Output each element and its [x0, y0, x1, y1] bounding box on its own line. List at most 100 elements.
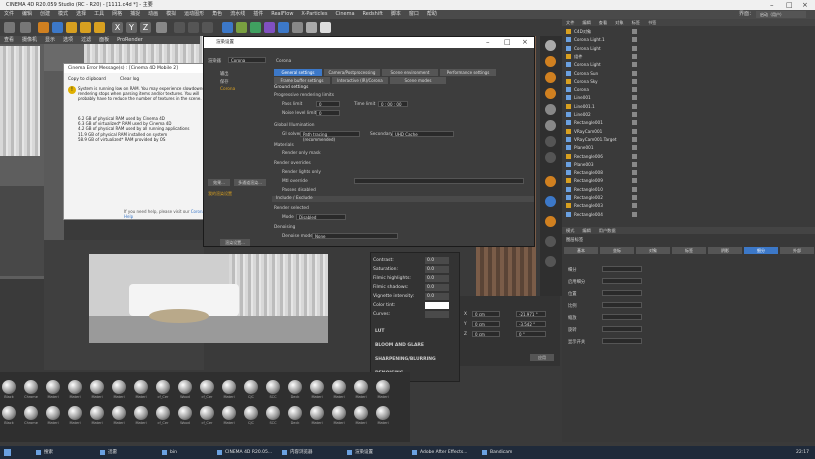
render-only-label[interactable]: Render only mask [282, 151, 321, 156]
menu-item[interactable]: 网格 [108, 10, 126, 19]
material-ball[interactable] [266, 406, 280, 420]
tab-row2-2[interactable]: Interactive (IR)/Corona [332, 77, 388, 84]
copy-clipboard-button[interactable]: Copy to clipboard [68, 76, 108, 83]
tab-row2-3[interactable]: Scene modes [390, 77, 446, 84]
object-row[interactable]: Line002 [562, 111, 815, 118]
object-menu-item[interactable]: 文件 [562, 19, 578, 26]
object-row[interactable]: VRayCam001.Target [562, 136, 815, 143]
taskbar-item[interactable]: CINEMA 4D R20.05... [215, 446, 275, 459]
viewport-menu-item[interactable]: 摄像机 [18, 36, 41, 44]
mtl-override-checkbox[interactable]: Mtl override [282, 179, 308, 184]
coord-position[interactable]: 0 cm [472, 321, 500, 327]
material-ball[interactable] [288, 406, 302, 420]
menu-item[interactable]: 模式 [54, 10, 72, 19]
taskbar-item[interactable]: 内容浏览器 [280, 446, 340, 459]
material-ball[interactable] [46, 406, 60, 420]
render-settings-button[interactable]: 渲染设置... [220, 239, 250, 246]
attribute-tab[interactable]: 标签 [672, 247, 706, 254]
material-ball[interactable] [178, 406, 192, 420]
material-ball[interactable] [266, 380, 280, 394]
viewport-menu-item[interactable]: 过滤 [77, 36, 95, 44]
secondary-select[interactable]: UHD Cache [392, 131, 454, 137]
object-row[interactable]: Corona Light.1 [562, 36, 815, 43]
material-ball[interactable] [244, 406, 258, 420]
visibility-icon[interactable] [632, 112, 637, 117]
object-menu-item[interactable]: 书签 [644, 19, 660, 26]
object-row[interactable]: Rectangle001 [562, 119, 815, 126]
attribute-field[interactable] [602, 302, 642, 308]
pass-limit-input[interactable]: 0 [316, 101, 340, 107]
z-axis-icon[interactable]: Z [140, 22, 151, 33]
slider-value[interactable] [425, 311, 449, 318]
select-tool-icon[interactable] [38, 22, 49, 33]
object-row[interactable]: Rectangle009 [562, 177, 815, 184]
material-ball[interactable] [112, 406, 126, 420]
taskbar-item[interactable]: bin [160, 446, 220, 459]
camera-icon[interactable] [306, 22, 317, 33]
material-ball[interactable] [288, 380, 302, 394]
menu-item[interactable]: Redshift [359, 10, 387, 19]
slider-value[interactable]: 0.0 [425, 275, 449, 282]
object-row[interactable]: Plane003 [562, 161, 815, 168]
visibility-icon[interactable] [632, 103, 637, 109]
section-lut[interactable]: LUT [375, 329, 384, 334]
close-icon[interactable]: × [802, 0, 808, 10]
object-row[interactable]: Rectangle010 [562, 186, 815, 193]
taskbar-item[interactable]: Bandicam [480, 446, 540, 459]
object-menu-item[interactable]: 对象 [611, 19, 627, 26]
lock-icon[interactable] [545, 152, 556, 163]
visibility-icon[interactable] [632, 186, 637, 192]
visibility-icon[interactable] [632, 128, 637, 134]
visibility-icon[interactable] [632, 161, 637, 167]
list-item-output[interactable]: 输出 [220, 71, 229, 77]
render-view-icon[interactable] [174, 22, 185, 33]
texture-mode-icon[interactable] [545, 120, 556, 131]
move-tool-icon[interactable] [52, 22, 63, 33]
slider-value[interactable] [425, 302, 449, 309]
attribute-tab[interactable]: 对象 [636, 247, 670, 254]
viewport-menu-item[interactable]: 面板 [95, 36, 113, 44]
material-ball[interactable] [134, 380, 148, 394]
slider-value[interactable]: 0.0 [425, 284, 449, 291]
viewport-menu-item[interactable]: 查看 [0, 36, 18, 44]
object-row[interactable]: Rectangle002 [562, 194, 815, 201]
time-limit-input[interactable]: 0 : 00 : 00 [378, 101, 408, 107]
render-picture-viewer-icon[interactable] [188, 22, 199, 33]
object-menu-item[interactable]: 查看 [595, 19, 611, 26]
menu-item[interactable]: 编辑 [18, 10, 36, 19]
object-row[interactable]: Corona Light [562, 45, 815, 52]
menu-item[interactable]: 文件 [0, 10, 18, 19]
bodypaint-icon[interactable] [545, 196, 556, 207]
material-ball[interactable] [68, 406, 82, 420]
taskbar-search[interactable]: 搜索 [34, 446, 94, 459]
material-ball[interactable] [178, 380, 192, 394]
apply-button[interactable]: 应用 [530, 354, 554, 361]
live-select-icon[interactable] [94, 22, 105, 33]
minimize-icon[interactable]: – [486, 38, 490, 46]
renderer-select[interactable]: Corona [228, 57, 266, 63]
maximize-icon[interactable]: □ [786, 0, 793, 10]
visibility-icon[interactable] [632, 95, 637, 101]
x-axis-icon[interactable]: X [112, 22, 123, 33]
attribute-tab[interactable]: 阴影 [708, 247, 742, 254]
attribute-row[interactable]: 细分 [568, 267, 577, 273]
visibility-icon[interactable] [632, 211, 637, 217]
attribute-menu-item[interactable]: 用户数据 [595, 227, 620, 234]
visibility-icon[interactable] [632, 195, 637, 200]
material-ball[interactable] [156, 406, 170, 420]
scale-tool-icon[interactable] [66, 22, 77, 33]
menu-item[interactable]: 工具 [90, 10, 108, 19]
coord-rotation[interactable]: -21.971 ° [516, 311, 546, 317]
menu-item[interactable]: 动画 [144, 10, 162, 19]
attribute-field[interactable] [602, 314, 642, 320]
light-icon[interactable] [320, 22, 331, 33]
material-ball[interactable] [2, 380, 16, 394]
material-ball[interactable] [222, 406, 236, 420]
visibility-icon[interactable] [632, 45, 637, 51]
polygon-mode-icon[interactable] [545, 88, 556, 99]
object-row[interactable]: Line001.1 [562, 103, 815, 110]
material-ball[interactable] [376, 406, 390, 420]
section-bloom[interactable]: BLOOM AND GLARE [375, 343, 424, 348]
tab-3[interactable]: Scene environment [382, 69, 438, 76]
object-menu-item[interactable]: 标签 [628, 19, 644, 26]
